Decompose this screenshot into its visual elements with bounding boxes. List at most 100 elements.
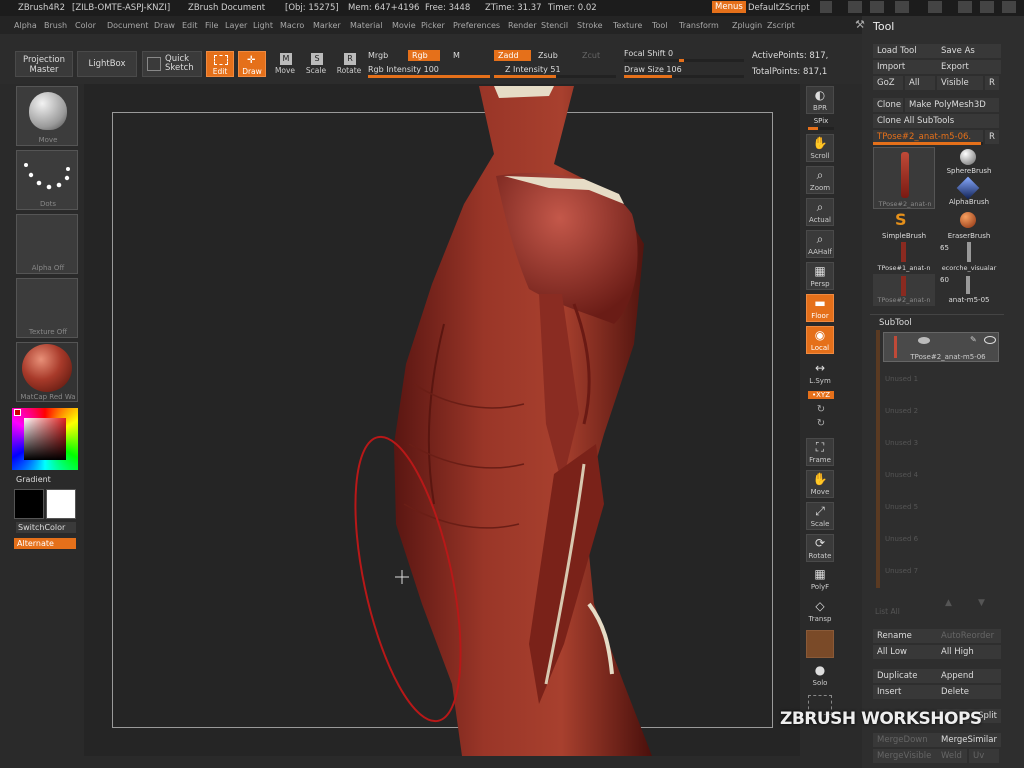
menu-marker[interactable]: Marker bbox=[313, 21, 341, 30]
arrows-icon[interactable] bbox=[820, 1, 832, 13]
eye-icon[interactable] bbox=[918, 337, 930, 344]
menu-layer[interactable]: Layer bbox=[225, 21, 247, 30]
menu-alpha[interactable]: Alpha bbox=[14, 21, 37, 30]
goz-all-button[interactable]: All bbox=[905, 76, 935, 90]
minimize-icon[interactable] bbox=[958, 1, 972, 13]
simple-brush-tool[interactable]: S SimpleBrush bbox=[873, 210, 935, 240]
local-button[interactable]: ◉ Local bbox=[806, 326, 834, 354]
goz-button[interactable]: GoZ bbox=[873, 76, 903, 90]
menu-file[interactable]: File bbox=[205, 21, 218, 30]
ghost-button[interactable] bbox=[806, 630, 834, 658]
menu-picker[interactable]: Picker bbox=[421, 21, 445, 30]
subtool-slot-3[interactable]: Unused 3 bbox=[885, 439, 918, 447]
subtool-slot-2[interactable]: Unused 2 bbox=[885, 407, 918, 415]
saturation-square[interactable] bbox=[24, 418, 66, 460]
merge-visible-button[interactable]: MergeVisible bbox=[873, 749, 937, 763]
menus-button[interactable]: Menus bbox=[712, 1, 746, 13]
goz-r-button[interactable]: R bbox=[985, 76, 999, 90]
xyz-button[interactable]: •XYZ bbox=[808, 391, 834, 399]
floor-button[interactable]: ▬ Floor bbox=[806, 294, 834, 322]
tool-thumb-tpose2b[interactable]: TPose#2_anat-n bbox=[873, 274, 935, 306]
rotate-z-icon[interactable]: ↻ bbox=[806, 418, 836, 429]
edit-button[interactable]: Edit bbox=[206, 51, 234, 77]
lsym-button[interactable]: ↔ L.Sym bbox=[806, 360, 834, 388]
duplicate-button[interactable]: Duplicate bbox=[873, 669, 937, 683]
color-picker[interactable] bbox=[12, 408, 78, 470]
menu-render[interactable]: Render bbox=[508, 21, 536, 30]
menu-material[interactable]: Material bbox=[350, 21, 383, 30]
menu-stencil[interactable]: Stencil bbox=[541, 21, 568, 30]
bottom-scrollbar[interactable] bbox=[84, 756, 800, 768]
menu-color[interactable]: Color bbox=[75, 21, 96, 30]
brush-visible-icon[interactable]: ✎ bbox=[970, 335, 980, 345]
stroke-thumbnail[interactable]: Dots bbox=[16, 150, 78, 210]
move-view-button[interactable]: ✋ Move bbox=[806, 470, 834, 498]
subtool-slot-5[interactable]: Unused 5 bbox=[885, 503, 918, 511]
torso-model[interactable] bbox=[84, 84, 800, 756]
main-color-swatch[interactable] bbox=[14, 489, 44, 519]
polyf-button[interactable]: ▦ PolyF bbox=[806, 566, 834, 594]
switch-color-button[interactable]: SwitchColor bbox=[16, 522, 76, 533]
clone-all-subtools-button[interactable]: Clone All SubTools bbox=[873, 114, 999, 128]
import-button[interactable]: Import bbox=[873, 60, 937, 74]
quick-sketch-button[interactable]: Quick Sketch bbox=[142, 51, 202, 77]
draw-button[interactable]: ✛ Draw bbox=[238, 51, 266, 77]
auto-reorder-button[interactable]: AutoReorder bbox=[937, 629, 1001, 643]
export-button[interactable]: Export bbox=[937, 60, 1001, 74]
transp-button[interactable]: ◇ Transp bbox=[806, 598, 834, 626]
bpr-button[interactable]: ◐ BPR bbox=[806, 86, 834, 114]
merge-down-button[interactable]: MergeDown bbox=[873, 733, 937, 747]
menu-draw[interactable]: Draw bbox=[154, 21, 175, 30]
move-button[interactable]: M Move bbox=[271, 51, 299, 77]
delete-button[interactable]: Delete bbox=[937, 685, 1001, 699]
rotate-y-icon[interactable]: ↻ bbox=[806, 404, 836, 415]
solo-button[interactable]: ● Solo bbox=[806, 662, 834, 690]
menu-brush[interactable]: Brush bbox=[44, 21, 67, 30]
menu-edit[interactable]: Edit bbox=[182, 21, 198, 30]
all-high-button[interactable]: All High bbox=[937, 645, 1001, 659]
zcut-button[interactable]: Zcut bbox=[582, 51, 600, 60]
current-tool-r-button[interactable]: R bbox=[985, 130, 999, 144]
scale-view-button[interactable]: ⤢ Scale bbox=[806, 502, 834, 530]
menu-document[interactable]: Document bbox=[107, 21, 148, 30]
rotate-button[interactable]: R Rotate bbox=[334, 51, 364, 77]
menu-stroke[interactable]: Stroke bbox=[577, 21, 603, 30]
restore-icon[interactable] bbox=[980, 1, 994, 13]
goz-visible-button[interactable]: Visible bbox=[937, 76, 983, 90]
zsub-button[interactable]: Zsub bbox=[538, 51, 558, 60]
lightbox-button[interactable]: LightBox bbox=[77, 51, 137, 77]
sphere-brush-tool[interactable]: SphereBrush bbox=[940, 147, 998, 177]
subtool-active[interactable]: ✎ TPose#2_anat-m5-06 bbox=[883, 332, 999, 362]
menu-preferences[interactable]: Preferences bbox=[453, 21, 500, 30]
weld-button[interactable]: Weld bbox=[937, 749, 967, 763]
rgb-intensity-slider[interactable] bbox=[368, 75, 490, 78]
move-down-icon[interactable]: ▼ bbox=[978, 598, 985, 608]
actual-button[interactable]: ⌕ Actual bbox=[806, 198, 834, 226]
persp-button[interactable]: ▦ Persp bbox=[806, 262, 834, 290]
close-icon[interactable] bbox=[1002, 1, 1016, 13]
menu-zplugin[interactable]: Zplugin bbox=[732, 21, 762, 30]
list-all-button[interactable]: List All bbox=[875, 607, 900, 616]
alternate-button[interactable]: Alternate bbox=[14, 538, 76, 549]
focal-shift-slider[interactable] bbox=[624, 59, 744, 62]
menu-light[interactable]: Light bbox=[253, 21, 273, 30]
mrgb-button[interactable]: Mrgb bbox=[368, 51, 388, 60]
layout-icon[interactable] bbox=[848, 1, 862, 13]
menu-transform[interactable]: Transform bbox=[679, 21, 719, 30]
visibility-eye-icon[interactable] bbox=[984, 336, 996, 344]
subtool-slot-1[interactable]: Unused 1 bbox=[885, 375, 918, 383]
tool-thumb-ecorche[interactable]: ecorche_visualar bbox=[940, 242, 1000, 272]
move-up-icon[interactable]: ▲ bbox=[945, 598, 952, 608]
material-thumbnail[interactable]: MatCap Red Wa bbox=[16, 342, 78, 402]
lock-icon[interactable] bbox=[928, 1, 942, 13]
subtool-slot-7[interactable]: Unused 7 bbox=[885, 567, 918, 575]
clone-button[interactable]: Clone bbox=[873, 98, 903, 112]
scale-button[interactable]: S Scale bbox=[302, 51, 330, 77]
merge-similar-button[interactable]: MergeSimilar bbox=[937, 733, 1001, 747]
layout2-icon[interactable] bbox=[870, 1, 884, 13]
menu-macro[interactable]: Macro bbox=[280, 21, 304, 30]
alpha-thumbnail[interactable]: Alpha Off bbox=[16, 214, 78, 274]
gradient-label[interactable]: Gradient bbox=[16, 475, 51, 484]
canvas[interactable] bbox=[84, 84, 800, 756]
zadd-button[interactable]: Zadd bbox=[494, 50, 531, 61]
